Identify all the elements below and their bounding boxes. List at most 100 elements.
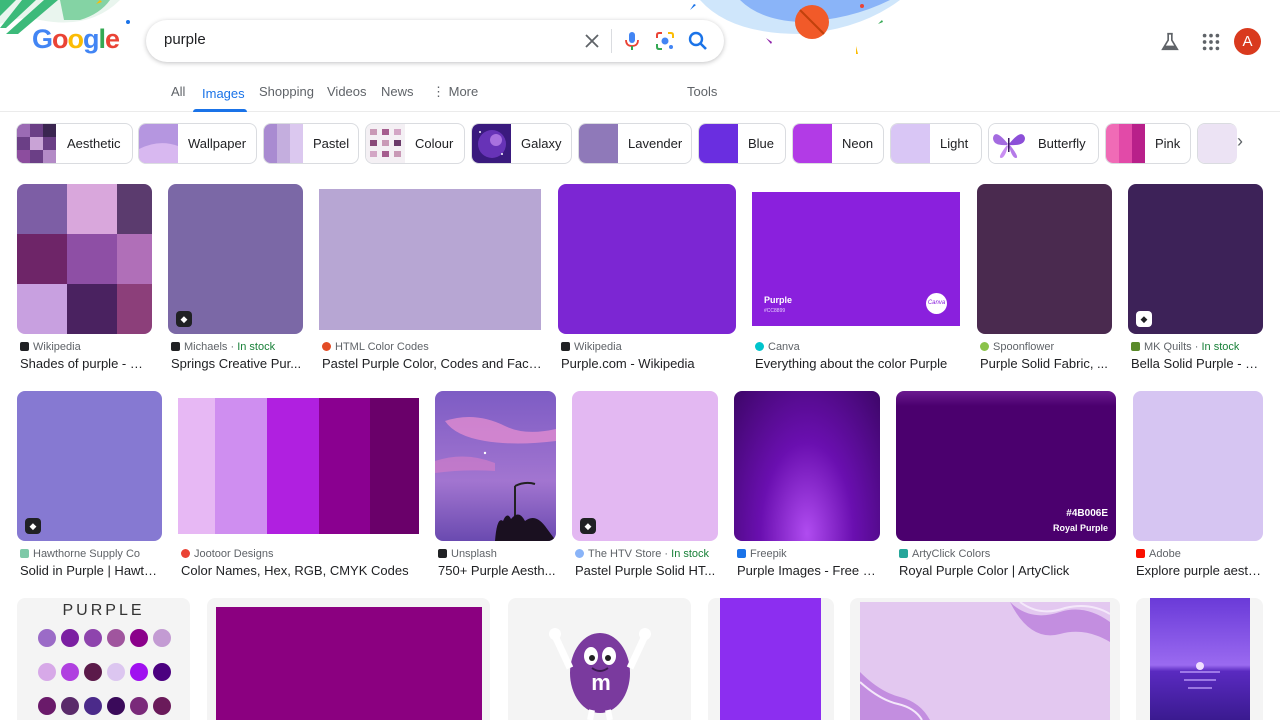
chip-butterfly[interactable]: Butterfly [988, 123, 1099, 164]
chip-label: Galaxy [521, 136, 562, 151]
shopping-tag-icon: ◆ [176, 311, 192, 327]
tab-all[interactable]: All [171, 84, 185, 99]
result-thumbnail: ◆ [168, 184, 303, 334]
chip-thumbnail [699, 124, 738, 163]
chip-label: Blue [748, 136, 775, 151]
shopping-tag-icon: ◆ [580, 518, 596, 534]
search-divider [611, 29, 612, 53]
chip-light[interactable]: Light [890, 123, 982, 164]
butterfly-icon [989, 124, 1028, 163]
result-thumbnail [319, 189, 541, 330]
result-source: Jootoor Designs [181, 548, 274, 560]
tab-news[interactable]: News [381, 84, 414, 99]
chip-aesthetic[interactable]: Aesthetic [16, 123, 133, 164]
result-thumbnail [558, 184, 736, 334]
result-thumbnail [17, 184, 152, 334]
image-result[interactable] [207, 598, 490, 720]
result-source: ArtyClick Colors [899, 548, 990, 560]
tools-button[interactable]: Tools [687, 84, 717, 99]
logo-letter: o [52, 24, 68, 54]
result-thumbnail [435, 391, 556, 541]
result-thumbnail: Purple #CC8899 Canva [752, 192, 960, 326]
chip-thumbnail [891, 124, 930, 163]
chevron-right-icon[interactable]: › [1226, 131, 1254, 159]
chip-label: Butterfly [1038, 136, 1086, 151]
result-source: Hawthorne Supply Co [20, 548, 140, 560]
chip-label: Pink [1155, 136, 1181, 151]
chip-thumbnail [793, 124, 832, 163]
result-title[interactable]: Explore purple aesth... [1136, 563, 1263, 578]
logo-letter: g [83, 24, 99, 54]
account-avatar[interactable]: A [1234, 28, 1261, 55]
thumb-hex-code: #4B006E [1066, 508, 1108, 519]
result-title[interactable]: 750+ Purple Aesth... [438, 563, 556, 578]
purple-swatch-chart [38, 629, 171, 715]
result-thumbnail [178, 398, 419, 534]
chip-blue[interactable]: Blue [698, 123, 786, 164]
chip-lavender[interactable]: Lavender [578, 123, 692, 164]
result-title[interactable]: Bella Solid Purple - M... [1131, 356, 1263, 371]
result-source: Unsplash [438, 548, 497, 560]
result-thumbnail [216, 607, 482, 720]
chip-wallpaper[interactable]: Wallpaper [138, 123, 257, 164]
result-title[interactable]: Pastel Purple Color, Codes and Facts ... [322, 356, 544, 371]
result-title[interactable]: Purple Images - Free D... [737, 563, 880, 578]
chip-label: Lavender [628, 136, 683, 151]
chip-label: Light [940, 136, 969, 151]
result-title[interactable]: Purple Solid Fabric, ... [980, 356, 1112, 371]
result-title[interactable]: Solid in Purple | Hawth... [20, 563, 162, 578]
result-thumbnail [720, 598, 821, 720]
chip-colour[interactable]: Colour [365, 123, 465, 164]
image-result[interactable] [708, 598, 834, 720]
image-result[interactable]: m [508, 598, 691, 720]
search-tabs: All Images Shopping Videos News ⋮ More T… [0, 82, 1280, 112]
image-result[interactable]: PURPLE [17, 598, 190, 720]
result-thumbnail: ◆ [572, 391, 718, 541]
result-title[interactable]: Color Names, Hex, RGB, CMYK Codes [181, 563, 421, 578]
result-title[interactable]: Pastel Purple Solid HT... [575, 563, 718, 578]
search-icon[interactable] [686, 29, 710, 53]
chip-label: Colour [415, 136, 454, 151]
search-input[interactable]: purple [164, 31, 206, 48]
canva-logo: Canva [926, 293, 947, 314]
tab-more[interactable]: ⋮ More [432, 84, 478, 100]
google-logo[interactable]: Google [32, 24, 120, 55]
search-box[interactable]: purple [146, 20, 724, 62]
chip-neon[interactable]: Neon [792, 123, 884, 164]
result-title[interactable]: Purple.com - Wikipedia [561, 356, 737, 371]
apps-grid-icon[interactable] [1200, 31, 1222, 53]
result-thumbnail [860, 602, 1110, 720]
clear-icon[interactable] [580, 29, 604, 53]
result-source: Adobe [1136, 548, 1181, 560]
chip-label: Aesthetic [67, 136, 121, 151]
result-source: The HTV Store · In stock [575, 548, 709, 560]
result-title[interactable]: Shades of purple - Wi... [20, 356, 152, 371]
result-title[interactable]: Springs Creative Pur... [171, 356, 303, 371]
result-title[interactable]: Royal Purple Color | ArtyClick [899, 563, 1117, 578]
result-source: Freepik [737, 548, 787, 560]
result-thumbnail [977, 184, 1112, 334]
lens-icon[interactable] [653, 29, 677, 53]
result-source: HTML Color Codes [322, 341, 429, 353]
result-title[interactable]: Everything about the color Purple [755, 356, 963, 371]
microphone-icon[interactable] [620, 29, 644, 53]
tab-images[interactable]: Images [202, 86, 245, 101]
result-source: Michaels · In stock [171, 341, 275, 353]
thumb-title: PURPLE [62, 602, 145, 619]
result-thumbnail [1150, 598, 1250, 720]
labs-flask-icon[interactable] [1159, 31, 1181, 53]
thumb-color-name: Royal Purple [1052, 523, 1108, 533]
image-result[interactable] [1136, 598, 1263, 720]
thumb-color-hex: #CC8899 [764, 308, 786, 314]
result-thumbnail: #4B006E Royal Purple [896, 391, 1116, 541]
tab-videos[interactable]: Videos [327, 84, 367, 99]
chip-pink[interactable]: Pink [1105, 123, 1191, 164]
shopping-tag-icon: ◆ [1136, 311, 1152, 327]
chip-label: Wallpaper [188, 136, 247, 151]
image-result[interactable] [850, 598, 1120, 720]
tab-shopping[interactable]: Shopping [259, 84, 314, 99]
mascot-letter: m [591, 670, 611, 695]
result-source: Canva [755, 341, 800, 353]
chip-pastel[interactable]: Pastel [263, 123, 359, 164]
chip-galaxy[interactable]: Galaxy [471, 123, 572, 164]
